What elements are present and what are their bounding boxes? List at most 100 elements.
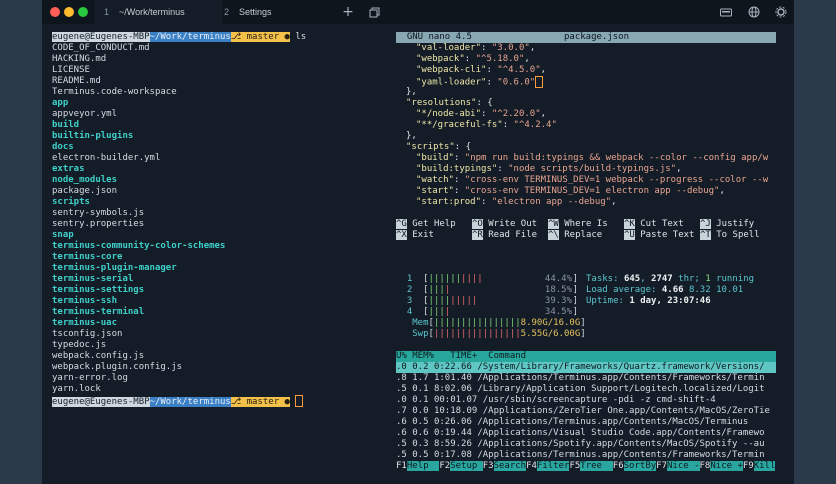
function-key-label[interactable]: Kill [753,461,776,471]
code-token: : [497,164,509,174]
nano-shortcut[interactable]: ^K Cut Text [624,219,684,230]
keyboard-icon[interactable] [718,4,734,20]
function-key-label[interactable]: Search [493,461,527,471]
htop-process-row[interactable]: .6 0.5 0:26.06 /Applications/Terminus.ap… [396,417,776,428]
directory-entry: snap [52,230,74,240]
function-key[interactable]: F6 [613,461,624,471]
tab-settings[interactable]: 2 Settings [214,0,334,24]
nano-shortcut[interactable]: ^G Get Help [396,219,456,230]
function-key[interactable]: F8 [700,461,711,471]
swp-label: Swp [412,329,429,339]
nano-code-line: "scripts": { [406,142,471,153]
prompt-user: eugene@Eugenes-MBP [52,32,150,42]
htop-function-keys: F1Help F2Setup F3SearchF4FilterF5Tree F6… [396,461,776,472]
nano-code-line: "yaml-loader": "0.6.0" [416,76,544,88]
code-token: "*/node-abi" [416,109,482,119]
nano-shortcut[interactable]: ^R Read File [472,230,537,241]
gear-icon[interactable] [773,4,789,20]
htop-process-row[interactable]: .8 1.7 1:01.40 /Applications/Terminus.ap… [396,373,776,384]
process-cpu: .8 [396,373,407,383]
mem-value: 8.90G/16.0G [520,318,581,328]
htop-process-row[interactable]: .5 0.5 0:17.08 /Applications/Terminus.ap… [396,450,776,461]
col-cpu[interactable]: U% [396,351,407,361]
right-terminal-pane[interactable]: GNU nano 4.5 package.json "val-loader": … [396,24,776,484]
directory-entry: terminus-ssh [52,296,118,306]
cpu-id: 2 [406,285,413,295]
col-time[interactable]: TIME+ [450,351,477,361]
cpu-bars: |||| [428,296,451,306]
tasks-sep: , [640,274,652,284]
process-mem: 0.1 [412,384,429,394]
process-mem: 0.3 [412,439,429,449]
process-command: /usr/sbin/screencapture -pdi -z cmd-shif… [482,395,716,405]
htop-tasks: Tasks: 645, 2747 thr; 1 running [586,274,754,285]
htop-process-row[interactable]: .5 0.1 8:02.06 /Library/Application Supp… [396,384,776,395]
nano-shortcut[interactable]: ^W Where Is [548,219,608,230]
nano-shortcut[interactable]: ^J Justify [700,219,754,230]
col-command[interactable]: Command [488,351,526,361]
process-command: /System/Library/Frameworks/Quartz.framew… [477,362,765,372]
maximize-window-button[interactable] [78,7,88,17]
function-key[interactable]: F1 [396,461,407,471]
terminal-window: 1 ~/Work/terminus 2 Settings + eugene@Euge… [42,0,794,484]
htop-swp-meter: Swp[||||||||||||||||5.55G/6.00G] [412,329,586,339]
code-token: "electron app --debug" [491,197,612,207]
function-key[interactable]: F3 [483,461,494,471]
process-cpu: .6 [396,417,407,427]
tasks-label: Tasks: [586,274,624,284]
htop-column-header[interactable]: U% MEM% TIME+ Command [396,351,776,362]
tab-index: 1 [104,7,110,17]
left-terminal-pane[interactable]: eugene@Eugenes-MBP~/Work/terminus⎇ maste… [52,24,382,484]
code-token: "cross-env TERMINUS_DEV=1 webpack --prog… [464,175,769,185]
nano-shortcut[interactable]: ^X Exit [396,230,434,241]
nano-code-line: "*/node-abi": "^2.20.0", [416,109,546,120]
function-key-label[interactable]: Tree [580,461,613,471]
process-time: 00:01.07 [433,395,478,405]
window-icon[interactable] [366,4,382,20]
uptime-value: 1 day, 23:07:46 [629,296,711,306]
code-token: "^2.20.0" [491,109,541,119]
function-key[interactable]: F7 [656,461,667,471]
file-entry: yarn-error.log [52,373,128,383]
col-mem[interactable]: MEM% [412,351,434,361]
shortcut-key: ^T [700,230,711,240]
process-command: /Applications/Terminus.app/Contents/Fram… [477,373,765,383]
plus-icon[interactable]: + [340,4,356,20]
htop-process-row[interactable]: .0 0.1 00:01.07 /usr/sbin/screencapture … [396,395,776,406]
function-key[interactable]: F9 [743,461,754,471]
file-entry: package.json [52,186,118,196]
htop-process-row[interactable]: .0 0.2 0:22.66 /System/Library/Framework… [396,362,776,373]
function-key[interactable]: F2 [439,461,450,471]
nano-shortcut[interactable]: ^\ Replace [548,230,602,241]
meter-bracket: ] [572,285,578,295]
function-key-label[interactable]: Filter [536,461,570,471]
nano-shortcut[interactable]: ^T To Spell [700,230,760,241]
process-mem: 1.7 [412,373,429,383]
minimize-window-button[interactable] [64,7,74,17]
process-mem: 0.5 [412,450,429,460]
meter-bracket: ] [572,296,578,306]
prompt-branch: ⎇ master ● [230,396,290,407]
function-key[interactable]: F4 [526,461,537,471]
load-label: Load average: [586,285,662,295]
function-key[interactable]: F5 [569,461,580,471]
nano-code-line: "val-loader": "3.0.0", [416,43,535,54]
nano-shortcut[interactable]: ^U Paste Text [624,230,694,241]
htop-process-row[interactable]: .5 0.3 8:59.26 /Applications/Spotify.app… [396,439,776,450]
code-token: , [611,197,617,207]
function-key-label[interactable]: Nice + [710,461,743,471]
function-key-label[interactable]: Setup [450,461,483,471]
close-window-button[interactable] [50,7,60,17]
htop-process-row[interactable]: .7 0.0 10:18.09 /Applications/ZeroTier O… [396,406,776,417]
htop-process-row[interactable]: .6 0.6 0:19.44 /Applications/Visual Stud… [396,428,776,439]
cpu-bars: ||||| [450,296,478,306]
function-key-label[interactable]: SortBy [623,461,657,471]
globe-icon[interactable] [746,4,762,20]
directory-entry: terminus-settings [52,285,145,295]
nano-shortcut[interactable]: ^O Write Out [472,219,537,230]
code-token: , [676,164,682,174]
tab-terminus[interactable]: 1 ~/Work/terminus [94,0,222,24]
function-key-label[interactable]: Nice - [667,461,700,471]
function-key-label[interactable]: Help [406,461,440,471]
process-cpu: .6 [396,428,407,438]
